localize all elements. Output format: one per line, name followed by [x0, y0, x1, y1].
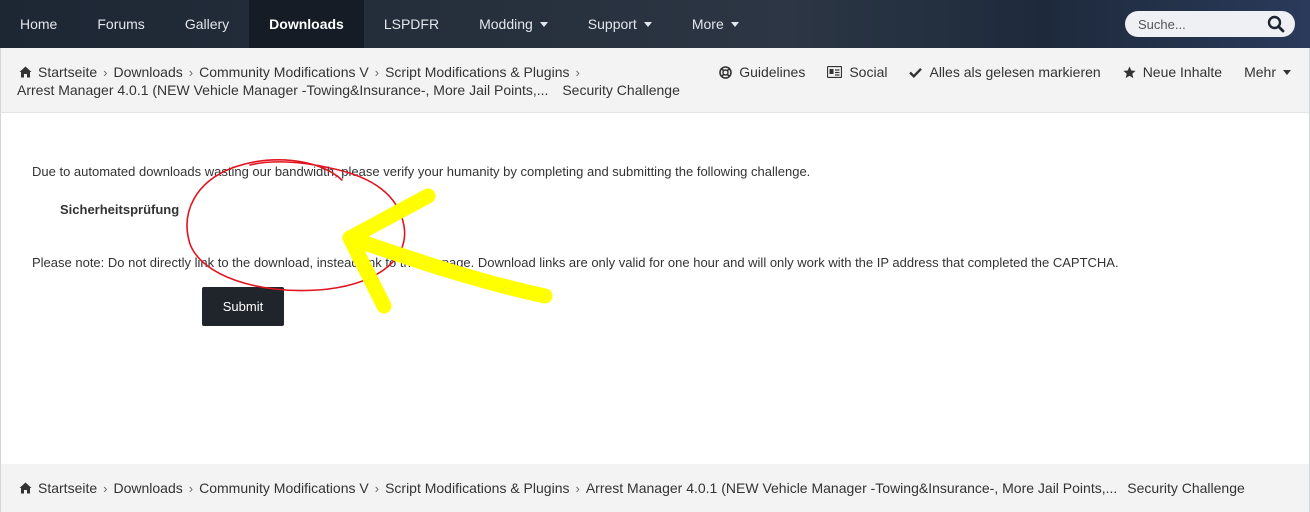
top-navigation: Home Forums Gallery Downloads LSPDFR Mod…: [0, 0, 1310, 48]
guidelines-link[interactable]: Guidelines: [719, 64, 805, 80]
chevron-right-icon: ›: [188, 480, 194, 496]
chevron-right-icon: ›: [575, 480, 580, 496]
breadcrumb-item-home[interactable]: Startseite: [38, 480, 97, 496]
nav-downloads[interactable]: Downloads: [249, 0, 364, 48]
breadcrumb-current: Security Challenge: [562, 82, 680, 98]
breadcrumb-item-downloads[interactable]: Downloads: [113, 480, 182, 496]
nav-modding[interactable]: Modding: [459, 0, 568, 48]
caret-down-icon: [730, 21, 739, 27]
more-menu[interactable]: Mehr: [1244, 64, 1291, 80]
breadcrumb-item-scripts[interactable]: Script Modifications & Plugins: [385, 64, 569, 80]
nav-gallery[interactable]: Gallery: [165, 0, 249, 48]
search-input[interactable]: [1138, 16, 1258, 32]
note-text: Please note: Do not directly link to the…: [32, 255, 1119, 270]
search-box: [1125, 11, 1295, 37]
breadcrumb: Startseite › Downloads › Community Modif…: [19, 64, 586, 80]
submit-button[interactable]: Submit: [202, 287, 284, 326]
breadcrumb-item-home[interactable]: Startseite: [38, 64, 97, 80]
caret-down-icon: [539, 21, 548, 27]
star-icon: [1123, 66, 1136, 78]
caret-down-icon: [643, 21, 652, 27]
nav-lspdfr[interactable]: LSPDFR: [364, 0, 459, 48]
mark-read-link[interactable]: Alles als gelesen markieren: [909, 64, 1101, 80]
chevron-right-icon: ›: [188, 64, 194, 80]
caret-down-icon: [1283, 69, 1291, 75]
chevron-right-icon: ›: [575, 64, 580, 80]
check-icon: [909, 67, 923, 78]
breadcrumb-item-file[interactable]: Arrest Manager 4.0.1 (NEW Vehicle Manage…: [17, 82, 548, 98]
breadcrumb-item-community[interactable]: Community Modifications V: [199, 64, 369, 80]
nav-label: Gallery: [184, 16, 230, 32]
mark-read-label: Alles als gelesen markieren: [929, 64, 1101, 80]
new-content-link[interactable]: Neue Inhalte: [1123, 64, 1222, 80]
breadcrumb-current: Security Challenge: [1127, 480, 1245, 496]
more-label: Mehr: [1244, 64, 1276, 80]
nav-label: Downloads: [269, 16, 344, 32]
nav-forums[interactable]: Forums: [77, 0, 164, 48]
nav-label: Support: [587, 16, 637, 32]
nav-label: Modding: [479, 16, 533, 32]
chevron-right-icon: ›: [103, 64, 108, 80]
new-content-label: Neue Inhalte: [1142, 64, 1223, 80]
chevron-right-icon: ›: [103, 480, 108, 496]
footer-breadcrumb: Startseite › Downloads › Community Modif…: [19, 480, 1245, 496]
breadcrumb-line-2: Arrest Manager 4.0.1 (NEW Vehicle Manage…: [17, 82, 680, 98]
guidelines-label: Guidelines: [739, 64, 806, 80]
breadcrumb-header: Startseite › Downloads › Community Modif…: [0, 48, 1310, 112]
lifebuoy-icon: [719, 65, 732, 79]
nav-label: Home: [20, 16, 58, 32]
social-link[interactable]: Social: [827, 64, 887, 80]
nav-label: Forums: [97, 16, 145, 32]
breadcrumb-item-file[interactable]: Arrest Manager 4.0.1 (NEW Vehicle Manage…: [586, 480, 1117, 496]
chevron-right-icon: ›: [374, 480, 380, 496]
home-icon: [19, 66, 32, 78]
nav-home[interactable]: Home: [0, 0, 77, 48]
search-icon[interactable]: [1267, 15, 1285, 33]
intro-text: Due to automated downloads wasting our b…: [32, 164, 811, 179]
security-challenge-panel: Due to automated downloads wasting our b…: [0, 112, 1310, 464]
footer-breadcrumb-bar: Startseite › Downloads › Community Modif…: [0, 464, 1310, 512]
nav-label: LSPDFR: [383, 16, 440, 32]
nav-more[interactable]: More: [672, 0, 759, 48]
nav-support[interactable]: Support: [568, 0, 672, 48]
chevron-right-icon: ›: [374, 64, 380, 80]
breadcrumb-item-downloads[interactable]: Downloads: [113, 64, 182, 80]
home-icon: [19, 482, 32, 494]
captcha-label: Sicherheitsprüfung: [60, 202, 180, 217]
breadcrumb-item-scripts[interactable]: Script Modifications & Plugins: [385, 480, 569, 496]
id-card-icon: [827, 66, 843, 78]
header-links: Guidelines Social Alles als gelesen mark…: [697, 64, 1291, 80]
nav-label: More: [691, 16, 724, 32]
breadcrumb-item-community[interactable]: Community Modifications V: [199, 480, 369, 496]
social-label: Social: [849, 64, 888, 80]
